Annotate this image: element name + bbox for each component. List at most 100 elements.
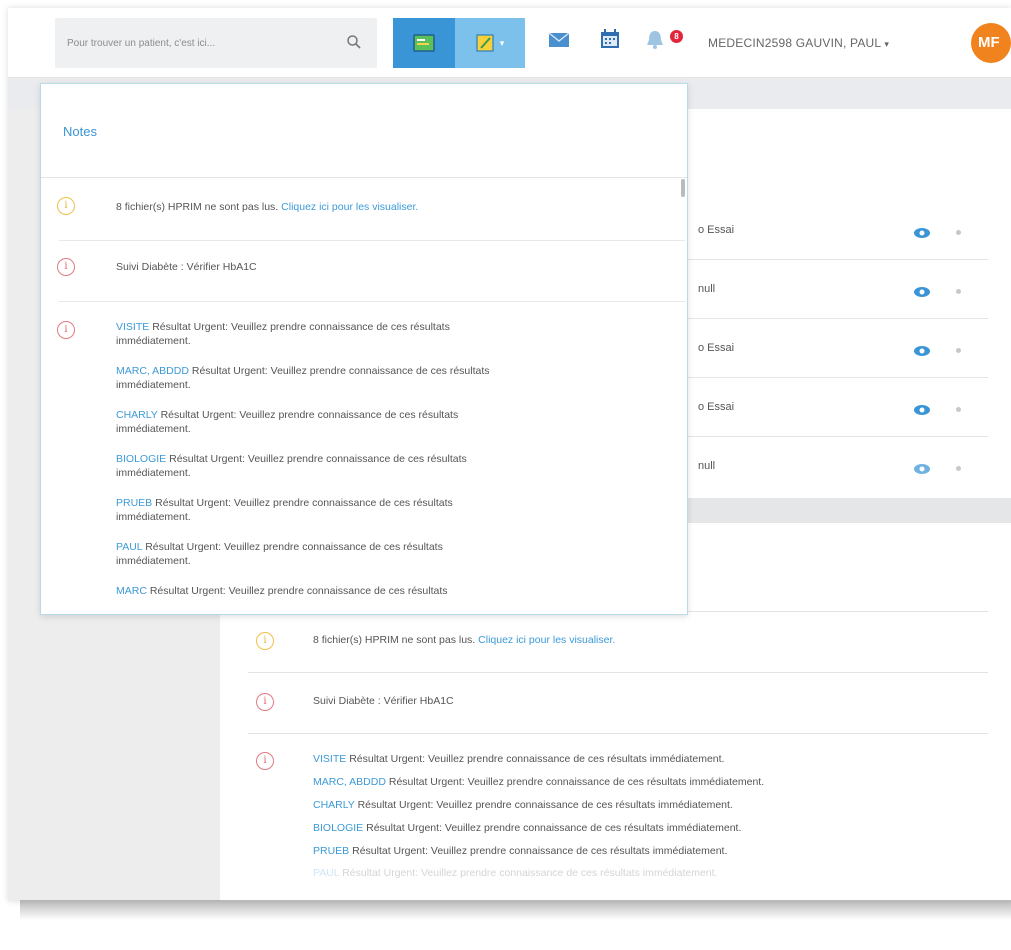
status-dot [956, 289, 961, 294]
hprim-link[interactable]: Cliquez ici pour les visualiser. [281, 201, 418, 213]
user-menu[interactable]: MEDECIN2598 GAUVIN, PAUL ▾ [708, 36, 889, 50]
warning-info-icon: i [57, 197, 75, 215]
status-dot [956, 230, 961, 235]
notes-menu-button[interactable]: ▾ [455, 18, 525, 68]
result-item: CHARLY Résultat Urgent: Veuillez prendre… [313, 799, 733, 811]
bell-icon[interactable] [646, 30, 664, 50]
patient-link[interactable]: MARC [116, 585, 147, 597]
status-dot [956, 466, 961, 471]
diabete-message: Suivi Diabète : Vérifier HbA1C [116, 261, 257, 273]
result-text: Résultat Urgent: Veuillez prendre connai… [155, 497, 453, 509]
result-text-cont: immédiatement. [116, 423, 191, 435]
patient-search [55, 18, 377, 68]
avatar[interactable]: MF [971, 23, 1011, 63]
result-item: MARC, ABDDD Résultat Urgent: Veuillez pr… [116, 364, 490, 392]
diabete-message: Suivi Diabète : Vérifier HbA1C [313, 695, 454, 707]
result-text: Résultat Urgent: Veuillez prendre connai… [349, 753, 725, 765]
hprim-text: 8 fichier(s) HPRIM ne sont pas lus. [116, 201, 279, 213]
result-item: CHARLY Résultat Urgent: Veuillez prendre… [116, 408, 458, 436]
patient-link[interactable]: BIOLOGIE [116, 453, 166, 465]
divider [41, 177, 687, 178]
alert-info-icon: i [256, 693, 274, 711]
notes-caret-icon: ▾ [499, 37, 505, 48]
result-text: Résultat Urgent: Veuillez prendre connai… [366, 822, 742, 834]
app-window: ▾ 8 MEDECIN2598 GAUVIN, PAUL ▾ MF o Essa… [8, 8, 1011, 901]
patient-link[interactable]: PAUL [313, 867, 339, 879]
alert-info-icon: i [57, 321, 75, 339]
window-shadow [20, 900, 1011, 920]
result-text: Résultat Urgent: Veuillez prendre connai… [149, 585, 448, 597]
warning-info-icon: i [256, 632, 274, 650]
calendar-icon[interactable] [600, 29, 620, 49]
result-item: VISITE Résultat Urgent: Veuillez prendre… [313, 753, 724, 765]
notes-icon [476, 34, 494, 52]
status-dot [956, 348, 961, 353]
notes-dropdown-title: Notes [63, 124, 97, 139]
result-text-cont: immédiatement. [116, 379, 191, 391]
view-eye-icon[interactable] [913, 345, 931, 357]
patient-card-icon [413, 34, 435, 52]
result-text-cont: immédiatement. [116, 335, 191, 347]
patient-link[interactable]: VISITE [313, 753, 346, 765]
result-text: Résultat Urgent: Veuillez prendre connai… [357, 799, 733, 811]
patient-link[interactable]: CHARLY [116, 409, 158, 421]
status-dot [956, 407, 961, 412]
patient-row-text: o Essai [698, 401, 735, 413]
result-text: Résultat Urgent: Veuillez prendre connai… [152, 321, 450, 333]
patient-link[interactable]: CHARLY [313, 799, 355, 811]
divider [248, 672, 988, 673]
mail-icon[interactable] [548, 32, 570, 48]
result-item: PAUL Résultat Urgent: Veuillez prendre c… [313, 867, 717, 879]
result-item: MARC Résultat Urgent: Veuillez prendre c… [116, 584, 448, 598]
patient-row-text: null [698, 283, 716, 295]
patient-link[interactable]: VISITE [116, 321, 149, 333]
result-text: Résultat Urgent: Veuillez prendre connai… [191, 365, 490, 377]
alert-info-icon: i [256, 752, 274, 770]
dropdown-scrollbar[interactable] [681, 179, 685, 197]
patient-link[interactable]: PRUEB [116, 497, 152, 509]
view-eye-icon[interactable] [913, 286, 931, 298]
divider [59, 240, 685, 241]
result-item: PRUEB Résultat Urgent: Veuillez prendre … [313, 845, 727, 857]
hprim-text: 8 fichier(s) HPRIM ne sont pas lus. [313, 634, 476, 646]
result-item: PRUEB Résultat Urgent: Veuillez prendre … [116, 496, 453, 524]
patient-row-text: null [698, 460, 716, 472]
patient-card-button[interactable] [393, 18, 455, 68]
user-name-label: MEDECIN2598 GAUVIN, PAUL [708, 36, 881, 50]
patient-link[interactable]: MARC, ABDDD [116, 365, 189, 377]
view-eye-icon[interactable] [913, 463, 931, 475]
user-caret-icon: ▾ [884, 39, 890, 49]
result-item: VISITE Résultat Urgent: Veuillez prendre… [116, 320, 450, 348]
divider [59, 301, 685, 302]
result-text-cont: immédiatement. [116, 555, 191, 567]
hprim-message: 8 fichier(s) HPRIM ne sont pas lus. Cliq… [313, 634, 615, 646]
top-navbar: ▾ 8 MEDECIN2598 GAUVIN, PAUL ▾ MF [8, 8, 1011, 78]
result-text: Résultat Urgent: Veuillez prendre connai… [342, 867, 718, 879]
notification-badge: 8 [670, 30, 683, 43]
patient-search-input[interactable] [67, 34, 317, 52]
view-eye-icon[interactable] [913, 227, 931, 239]
result-text: Résultat Urgent: Veuillez prendre connai… [145, 541, 443, 553]
result-text-cont: immédiatement. [116, 467, 191, 479]
patient-row-text: o Essai [698, 342, 735, 354]
patient-link[interactable]: PAUL [116, 541, 142, 553]
notes-dropdown: Notes i 8 fichier(s) HPRIM ne sont pas l… [40, 83, 688, 615]
patient-link[interactable]: BIOLOGIE [313, 822, 363, 834]
patient-row-text: o Essai [698, 224, 735, 236]
view-eye-icon[interactable] [913, 404, 931, 416]
result-item: PAUL Résultat Urgent: Veuillez prendre c… [116, 540, 443, 568]
result-item: MARC, ABDDD Résultat Urgent: Veuillez pr… [313, 776, 764, 788]
hprim-link[interactable]: Cliquez ici pour les visualiser. [478, 634, 615, 646]
result-text: Résultat Urgent: Veuillez prendre connai… [169, 453, 467, 465]
result-text: Résultat Urgent: Veuillez prendre connai… [160, 409, 459, 421]
alert-info-icon: i [57, 258, 75, 276]
result-item: BIOLOGIE Résultat Urgent: Veuillez prend… [313, 822, 741, 834]
result-text: Résultat Urgent: Veuillez prendre connai… [352, 845, 728, 857]
result-text-cont: immédiatement. [116, 511, 191, 523]
patient-link[interactable]: MARC, ABDDD [313, 776, 386, 788]
search-icon[interactable] [346, 34, 362, 50]
hprim-message: 8 fichier(s) HPRIM ne sont pas lus. Cliq… [116, 200, 418, 214]
result-item: BIOLOGIE Résultat Urgent: Veuillez prend… [116, 452, 467, 480]
patient-link[interactable]: PRUEB [313, 845, 349, 857]
result-text: Résultat Urgent: Veuillez prendre connai… [388, 776, 765, 788]
